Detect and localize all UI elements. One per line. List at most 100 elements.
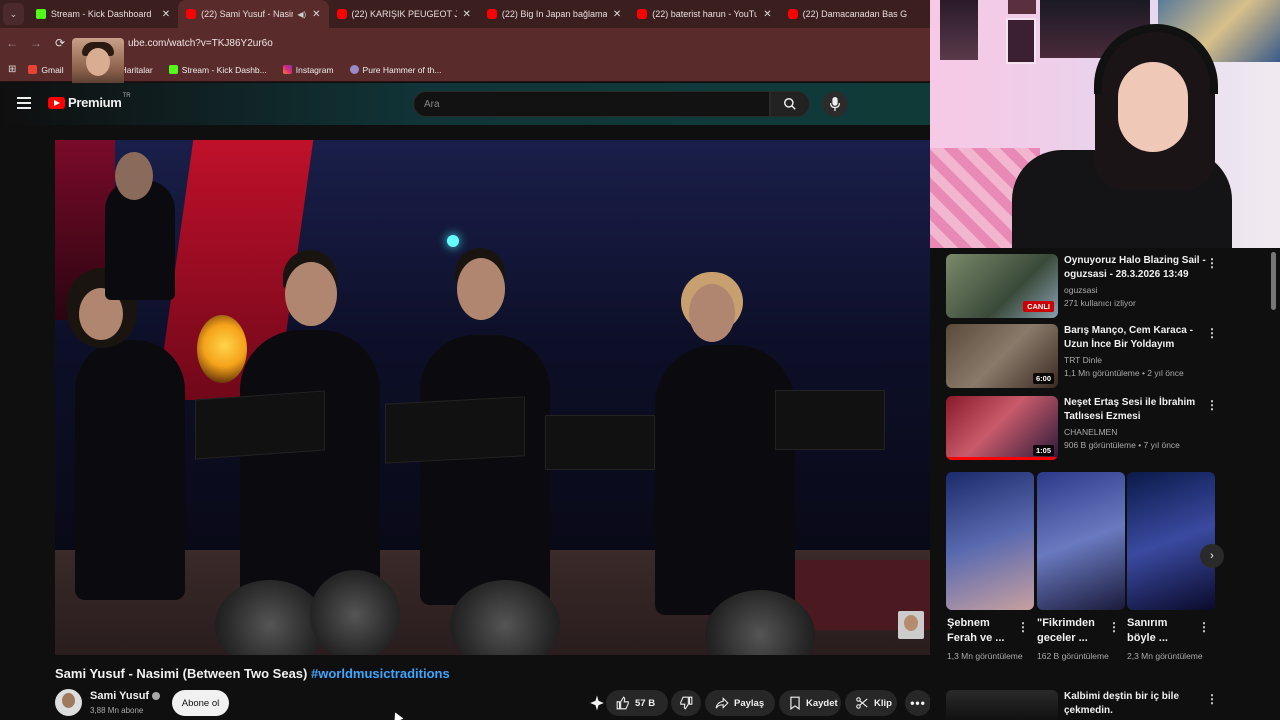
recommendation-item[interactable]: CANLI Oynuyoruz Halo Blazing Sail - oguz… [946,250,1246,318]
subscribe-button[interactable]: Abone ol [172,690,229,716]
live-badge: CANLI [1023,301,1054,312]
tab-sami-yusuf[interactable]: (22) Sami Yusuf - Nasimi (B ◀) ✕ [178,0,329,28]
share-button[interactable]: Paylaş [705,690,775,716]
sidebar-scrollbar[interactable] [1271,252,1276,310]
share-icon [715,697,729,709]
verified-icon [152,692,161,701]
instagram-icon [282,65,292,74]
more-vertical-icon[interactable]: ⋮ [1206,692,1218,706]
youtube-play-icon [48,96,65,109]
puzzle-icon [349,65,359,74]
short-thumbnail[interactable] [1037,472,1125,610]
speaker-icon[interactable]: ◀) [297,10,306,19]
more-actions-button[interactable]: ••• [905,690,931,716]
like-button[interactable]: 57 B [606,690,668,716]
bookmark-gmail[interactable]: Gmail [28,64,64,75]
short-title[interactable]: Sanırım böyle ... [1127,616,1197,646]
apps-grid-icon[interactable]: ⊞ [8,64,16,75]
more-vertical-icon[interactable]: ⋮ [1206,398,1218,412]
short-thumbnail[interactable] [946,472,1034,610]
tab-title: (22) baterist harun - YouTube [652,9,758,19]
country-code: TR [122,92,131,99]
music-stand [545,415,655,470]
bookmark-instagram[interactable]: Instagram [282,65,334,75]
performer-head [457,258,505,320]
subscriber-count: 3,88 Mn abone [90,706,144,715]
search-icon [784,98,796,110]
short-thumbnail[interactable] [1127,472,1215,610]
save-button[interactable]: Kaydet [779,690,841,716]
ask-sparkle-icon[interactable] [588,694,606,712]
chevron-right-icon[interactable]: › [1200,544,1224,568]
close-icon[interactable]: ✕ [763,9,771,20]
search-placeholder: Ara [424,98,440,110]
share-label: Paylaş [734,697,765,709]
close-icon[interactable]: ✕ [162,9,170,20]
channel-avatar[interactable] [55,689,82,716]
drum-shape [310,570,400,655]
clip-button[interactable]: Klip [845,690,897,716]
performer-head [689,284,735,342]
thumbs-down-icon [680,696,693,710]
bookmark-icon [790,696,800,710]
recommendation-channel: oguzsasi [1064,285,1098,295]
video-thumbnail: 1:05 [946,396,1058,460]
search-input[interactable]: Ara [413,91,770,117]
address-bar-row: ← → ⟳ ube.com/watch?v=TKJ86Y2ur6o [0,28,930,58]
more-vertical-icon[interactable]: ⋮ [1108,620,1120,634]
voice-search-button[interactable] [822,91,848,117]
close-icon[interactable]: ✕ [312,9,320,20]
tab-search-button[interactable]: ⌄ [3,3,24,25]
mouse-cursor-icon [390,710,404,720]
bookmarks-bar: ⊞ Gmail Haritalar Stream - Kick Dashb...… [0,58,930,82]
short-title[interactable]: "Fikrimden geceler ... [1037,616,1107,646]
tab-kick-dashboard[interactable]: Stream - Kick Dashboard ✕ [28,0,178,28]
logo-text: Premium [68,95,122,110]
tab-big-in-japan[interactable]: (22) Big In Japan bağlama cove ✕ [479,0,629,28]
more-vertical-icon[interactable]: ⋮ [1206,256,1218,270]
duration-badge: 1:05 [1032,445,1054,456]
more-vertical-icon[interactable]: ⋮ [1198,620,1210,634]
close-icon[interactable]: ✕ [463,9,471,20]
recommendation-stats: 906 B görüntüleme • 7 yıl önce [1064,440,1180,450]
recommendation-item[interactable]: 1:05 Neşet Ertaş Sesi ile İbrahim Tatlıs… [946,392,1246,460]
performer-head [285,262,337,326]
youtube-logo[interactable]: Premium TR [48,92,131,110]
channel-watermark[interactable] [898,611,924,639]
forward-icon[interactable]: → [24,36,48,50]
video-player[interactable] [55,140,930,655]
search-button[interactable] [770,91,810,117]
video-thumbnail: 6:00 [946,324,1058,388]
youtube-icon [787,9,798,19]
back-icon[interactable]: ← [0,36,24,50]
bookmark-pure-hammer[interactable]: Pure Hammer of th... [349,65,441,75]
url-field[interactable]: ube.com/watch?v=TKJ86Y2ur6o [128,38,273,49]
recommendation-item[interactable]: Kalbimi deştin bir iç bile çekmedin. ⋮ [946,690,1246,720]
save-label: Kaydet [806,697,838,709]
video-title-text: Sami Yusuf - Nasimi (Between Two Seas) [55,666,308,681]
watch-progress-bar [946,457,1058,460]
more-vertical-icon[interactable]: ⋮ [1206,326,1218,340]
recommendation-title: Kalbimi deştin bir iç bile çekmedin. [1064,691,1180,716]
kick-icon [168,65,178,74]
tab-karisik-peugeot[interactable]: (22) KARIŞIK PEUGEOT J9"LAR ✕ [329,0,479,28]
performer-figure [420,335,550,605]
recommendation-item[interactable]: 6:00 Barış Manço, Cem Karaca - Uzun İnce… [946,320,1246,388]
short-title[interactable]: Şebnem Ferah ve ... [947,616,1017,646]
bookmark-label: Stream - Kick Dashb... [181,64,267,75]
hashtag-link[interactable]: #worldmusictraditions [311,666,450,681]
tab-title: (22) KARIŞIK PEUGEOT J9"LAR [351,9,457,19]
tab-baterist-harun[interactable]: (22) baterist harun - YouTube ✕ [629,0,779,28]
scissors-icon [856,697,868,709]
menu-icon[interactable] [17,97,31,109]
channel-name[interactable]: Sami Yusuf [90,690,161,702]
close-icon[interactable]: ✕ [613,9,621,20]
dislike-button[interactable] [671,690,701,716]
bookmark-kick[interactable]: Stream - Kick Dashb... [168,64,267,75]
reload-icon[interactable]: ⟳ [48,36,72,50]
tab-damacanadan[interactable]: (22) Damacanadan Bas G [780,0,930,28]
more-vertical-icon[interactable]: ⋮ [1017,620,1029,634]
performer-figure [240,330,380,610]
wall-poster [940,0,978,60]
bookmark-label: Gmail [41,64,64,75]
